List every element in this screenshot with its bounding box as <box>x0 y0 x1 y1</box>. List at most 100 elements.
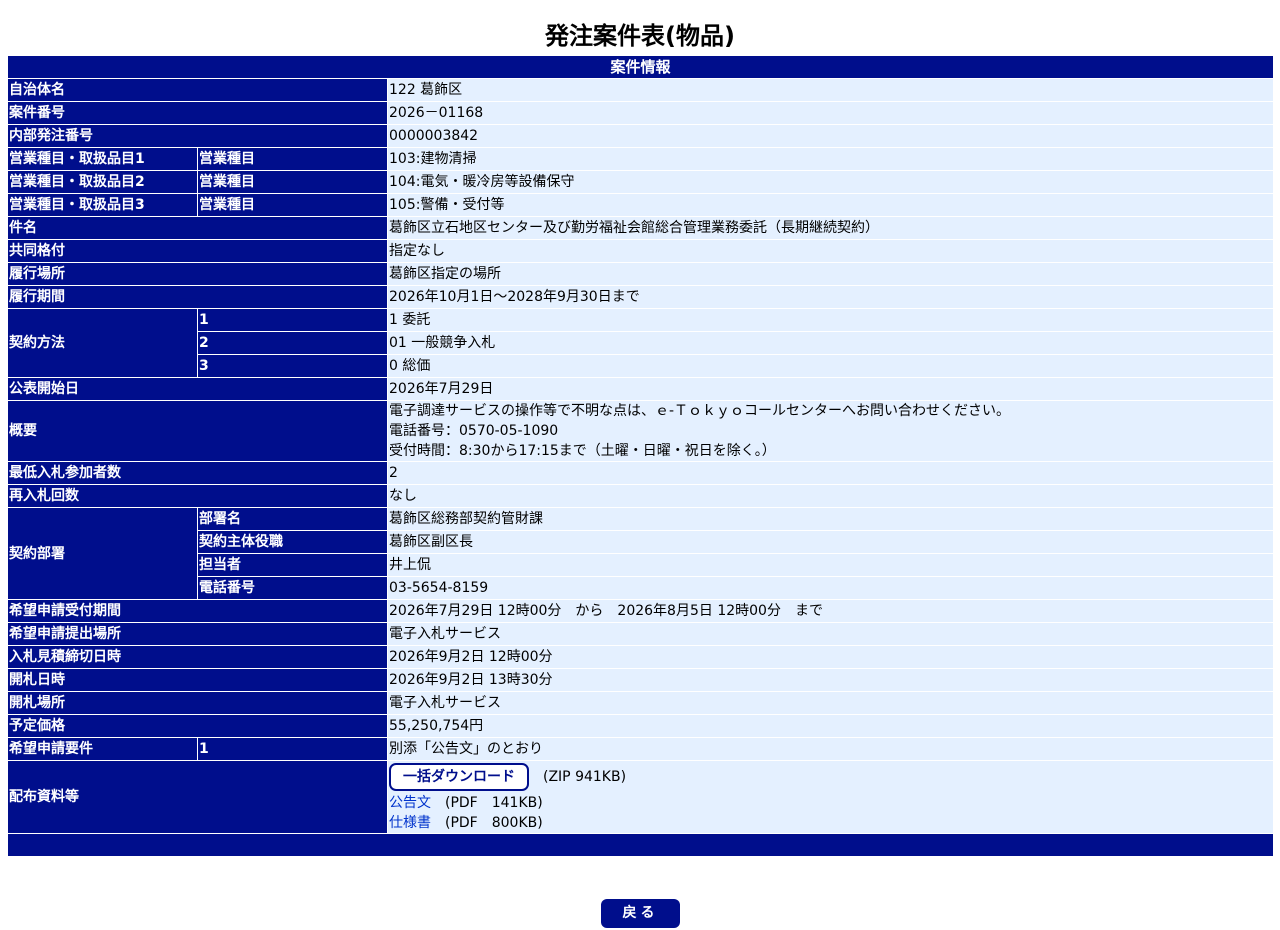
table-row: 件名 葛飾区立石地区センター及び勤労福祉会館総合管理業務委託（長期継続契約） <box>7 216 1275 240</box>
distribution-materials-label: 配布資料等 <box>7 760 388 834</box>
person-in-charge-label: 担当者 <box>197 553 388 577</box>
subject-label: 件名 <box>7 216 388 240</box>
table-row: 希望申請要件 1 別添「公告文」のとおり <box>7 737 1275 761</box>
document-row: 仕様書 (PDF 800KB) <box>389 813 1272 833</box>
opening-place-value: 電子入札サービス <box>386 691 1275 715</box>
min-bidders-label: 最低入札参加者数 <box>7 461 388 485</box>
internal-order-number-value: 0000003842 <box>386 124 1275 148</box>
page-title: 発注案件表(物品) <box>545 22 735 50</box>
page: 発注案件表(物品) 案件情報 自治体名 122 葛飾区 案件番号 2026－01… <box>0 0 1280 930</box>
rebid-count-value: なし <box>386 484 1275 508</box>
subject-value: 葛飾区立石地区センター及び勤労福祉会館総合管理業務委託（長期継続契約） <box>386 216 1275 240</box>
business-category-1-label: 営業種目・取扱品目1 <box>7 147 198 171</box>
table-row: 再入札回数 なし <box>7 484 1275 508</box>
table-row: 概要 電子調達サービスの操作等で不明な点は、ｅ-Ｔｏｋｙｏコールセンターへお問い… <box>7 400 1275 462</box>
footer-bar <box>6 833 1275 857</box>
table-row: 共同格付 指定なし <box>7 239 1275 263</box>
table-row: 開札日時 2026年9月2日 13時30分 <box>7 668 1275 692</box>
public-notice-link[interactable]: 公告文 <box>389 795 431 811</box>
table-row: 契約部署 部署名 葛飾区総務部契約管財課 <box>7 507 1275 600</box>
specification-link[interactable]: 仕様書 <box>389 815 431 831</box>
table-row: 自治体名 122 葛飾区 <box>7 78 1275 102</box>
table-row: 予定価格 55,250,754円 <box>7 714 1275 738</box>
contract-method-value-2: 01 一般競争入札 <box>386 331 1275 355</box>
table-row: 入札見積締切日時 2026年9月2日 12時00分 <box>7 645 1275 669</box>
opening-datetime-value: 2026年9月2日 13時30分 <box>386 668 1275 692</box>
summary-line: 受付時間：8:30から17:15まで（土曜・日曜・祝日を除く。） <box>389 443 776 459</box>
joint-rating-value: 指定なし <box>386 239 1275 263</box>
performance-period-label: 履行期間 <box>7 285 388 309</box>
table-row: 営業種目・取扱品目3 営業種目 105:警備・受付等 <box>7 193 1275 217</box>
business-category-3-sublabel: 営業種目 <box>197 193 388 217</box>
min-bidders-value: 2 <box>386 461 1275 485</box>
table-row: 配布資料等 一括ダウンロード (ZIP 941KB) 公告文 (PDF 141KB)… <box>7 760 1275 834</box>
table-row: 契約方法 1 1 委託 <box>7 308 1275 378</box>
table-row: 案件番号 2026－01168 <box>7 101 1275 125</box>
bid-deadline-label: 入札見積締切日時 <box>7 645 388 669</box>
table-row: 履行期間 2026年10月1日～2028年9月30日まで <box>7 285 1275 309</box>
municipality-value: 122 葛飾区 <box>386 78 1275 102</box>
contract-method-value-3: 0 総価 <box>386 354 1275 378</box>
phone-number-label: 電話番号 <box>197 576 388 600</box>
table-row: 営業種目・取扱品目1 営業種目 103:建物清掃 <box>7 147 1275 171</box>
table-row: 2 01 一般競争入札 <box>8 331 1275 355</box>
business-category-1-value: 103:建物清掃 <box>386 147 1275 171</box>
department-name-label: 部署名 <box>197 507 388 531</box>
public-notice-size: (PDF 141KB) <box>445 795 543 811</box>
phone-number-value: 03-5654-8159 <box>386 576 1275 600</box>
contract-method-num-2: 2 <box>197 331 388 355</box>
table-row: 3 0 総価 <box>8 354 1275 378</box>
contract-method-value-1: 1 委託 <box>386 308 1275 332</box>
application-requirements-num: 1 <box>197 737 388 761</box>
application-requirements-label: 希望申請要件 <box>7 737 198 761</box>
contract-department-label: 契約部署 <box>7 507 198 600</box>
business-category-2-sublabel: 営業種目 <box>197 170 388 194</box>
application-place-value: 電子入札サービス <box>386 622 1275 646</box>
table-row: 内部発注番号 0000003842 <box>7 124 1275 148</box>
table-row: 電話番号 03-5654-8159 <box>8 576 1275 600</box>
opening-datetime-label: 開札日時 <box>7 668 388 692</box>
table-row: 公表開始日 2026年7月29日 <box>7 377 1275 401</box>
case-number-value: 2026－01168 <box>386 101 1275 125</box>
contract-method-num-1: 1 <box>197 308 388 332</box>
back-button[interactable]: 戻る <box>601 899 680 928</box>
download-all-button[interactable]: 一括ダウンロード <box>389 763 529 791</box>
bid-deadline-value: 2026年9月2日 12時00分 <box>386 645 1275 669</box>
performance-period-value: 2026年10月1日～2028年9月30日まで <box>386 285 1275 309</box>
business-category-2-value: 104:電気・暖冷房等設備保守 <box>386 170 1275 194</box>
contract-method-num-3: 3 <box>197 354 388 378</box>
business-category-2-label: 営業種目・取扱品目2 <box>7 170 198 194</box>
business-category-3-value: 105:警備・受付等 <box>386 193 1275 217</box>
table-row: 履行場所 葛飾区指定の場所 <box>7 262 1275 286</box>
performance-location-label: 履行場所 <box>7 262 388 286</box>
internal-order-number-label: 内部発注番号 <box>7 124 388 148</box>
download-all-row: 一括ダウンロード (ZIP 941KB) <box>389 762 1272 794</box>
summary-value: 電子調達サービスの操作等で不明な点は、ｅ-Ｔｏｋｙｏコールセンターへお問い合わせ… <box>386 400 1275 462</box>
case-info-table: 案件情報 自治体名 122 葛飾区 案件番号 2026－01168 内部発注番号… <box>6 55 1275 857</box>
performance-location-value: 葛飾区指定の場所 <box>386 262 1275 286</box>
table-row: 契約主体役職 葛飾区副区長 <box>8 530 1275 554</box>
estimated-price-label: 予定価格 <box>7 714 388 738</box>
table-row: 希望申請提出場所 電子入札サービス <box>7 622 1275 646</box>
application-requirements-value: 別添「公告文」のとおり <box>386 737 1275 761</box>
summary-line: 電話番号：0570-05-1090 <box>389 423 559 439</box>
business-category-3-label: 営業種目・取扱品目3 <box>7 193 198 217</box>
publication-date-label: 公表開始日 <box>7 377 388 401</box>
department-name-value: 葛飾区総務部契約管財課 <box>386 507 1275 531</box>
summary-label: 概要 <box>7 400 388 462</box>
contract-principal-value: 葛飾区副区長 <box>386 530 1275 554</box>
table-row: 希望申請受付期間 2026年7月29日 12時00分 から 2026年8月5日 … <box>7 599 1275 623</box>
application-period-label: 希望申請受付期間 <box>7 599 388 623</box>
business-category-1-sublabel: 営業種目 <box>197 147 388 171</box>
section-header: 案件情報 <box>6 55 1275 79</box>
table-row: 営業種目・取扱品目2 営業種目 104:電気・暖冷房等設備保守 <box>7 170 1275 194</box>
municipality-label: 自治体名 <box>7 78 388 102</box>
distribution-materials-value: 一括ダウンロード (ZIP 941KB) 公告文 (PDF 141KB) 仕様書 (P… <box>386 760 1275 834</box>
rebid-count-label: 再入札回数 <box>7 484 388 508</box>
table-row: 担当者 井上侃 <box>8 553 1275 577</box>
publication-date-value: 2026年7月29日 <box>386 377 1275 401</box>
specification-size: (PDF 800KB) <box>445 815 543 831</box>
table-row: 開札場所 電子入札サービス <box>7 691 1275 715</box>
joint-rating-label: 共同格付 <box>7 239 388 263</box>
summary-line: 電子調達サービスの操作等で不明な点は、ｅ-Ｔｏｋｙｏコールセンターへお問い合わせ… <box>389 403 1011 419</box>
